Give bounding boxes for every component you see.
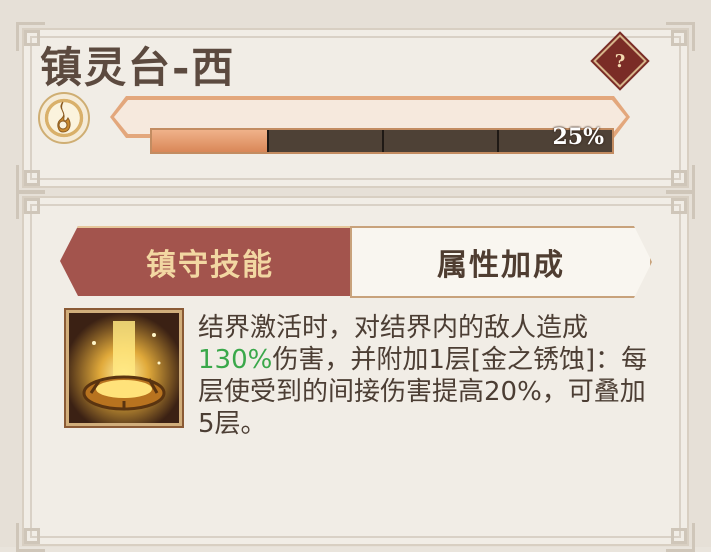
flame-emblem-icon	[38, 92, 90, 144]
tab-bar: 镇守技能 属性加成	[60, 226, 648, 294]
progress-segment-divider	[382, 130, 384, 152]
skill-desc-text: 结界激活时，对结界内的敌人造成	[198, 313, 589, 343]
progress-percent: 25%	[552, 124, 604, 150]
location-title: 镇灵台-西	[40, 43, 236, 92]
tab-attribute-bonus[interactable]: 属性加成	[350, 226, 652, 298]
damage-percent: 130%	[198, 345, 273, 375]
corner-ornament	[16, 190, 45, 219]
corner-ornament	[16, 523, 45, 552]
golden-pillar-skill-icon[interactable]	[66, 310, 182, 426]
tab-guard-skill[interactable]: 镇守技能	[60, 226, 360, 296]
skill-description: 结界激活时，对结界内的敌人造成130%伤害，并附加1层[金之锈蚀]：每层使受到的…	[198, 312, 658, 440]
corner-ornament	[666, 190, 695, 219]
progress-fill	[152, 130, 267, 152]
progress-segment-divider	[267, 130, 269, 152]
corner-ornament	[666, 523, 695, 552]
question-icon: ?	[614, 50, 626, 72]
progress-bar: 25%	[150, 124, 614, 154]
corner-ornament	[666, 22, 695, 51]
progress-segment-divider	[497, 130, 499, 152]
